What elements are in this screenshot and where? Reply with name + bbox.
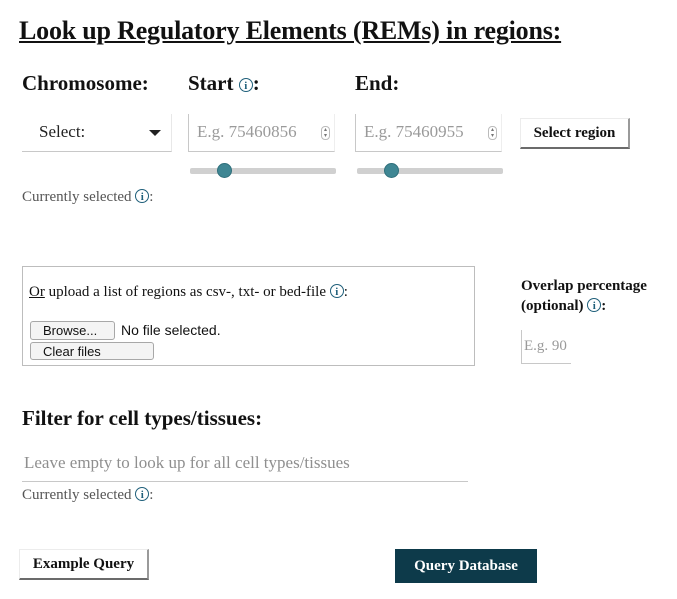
chromosome-select[interactable]: Select: (22, 114, 172, 152)
start-input[interactable] (197, 122, 317, 142)
start-input-wrapper: ▴▾ (188, 114, 335, 152)
start-label-group: Start i: (188, 71, 260, 96)
info-icon[interactable]: i (238, 78, 253, 92)
chromosome-select-value: Select: (39, 122, 86, 141)
browse-button[interactable]: Browse... (30, 321, 115, 340)
stepper-icon[interactable]: ▴ ▾ (488, 126, 497, 140)
cell-type-filter-wrapper (22, 444, 468, 482)
example-query-button[interactable]: Example Query (19, 549, 149, 580)
overlap-label-line1: Overlap percentage (521, 278, 647, 294)
chevron-down-icon (149, 130, 161, 136)
or-label: Or (29, 284, 45, 300)
end-slider-thumb[interactable] (384, 163, 399, 178)
region-currently-selected: Currently selected i: (22, 189, 154, 205)
select-region-button[interactable]: Select region (520, 118, 630, 149)
info-icon[interactable]: i (329, 284, 344, 298)
end-input[interactable] (364, 122, 484, 142)
end-label: End: (355, 71, 400, 95)
upload-label: upload a list of regions as csv-, txt- o… (44, 284, 327, 300)
currently-selected-label: Currently selected (22, 487, 132, 503)
start-slider[interactable] (190, 163, 336, 179)
clear-files-button[interactable]: Clear files (30, 342, 154, 360)
end-input-wrapper: ▴▾ (355, 114, 502, 152)
chromosome-label: Chromosome: (22, 71, 149, 95)
start-slider-track (190, 168, 336, 174)
info-icon[interactable]: i (587, 298, 602, 312)
end-slider[interactable] (357, 163, 503, 179)
overlap-label: Overlap percentage (optional) i: (521, 276, 647, 316)
end-slider-track (357, 168, 503, 174)
filter-currently-selected: Currently selected i: (22, 487, 154, 503)
page-title: Look up Regulatory Elements (REMs) in re… (19, 16, 562, 45)
start-label-colon: : (252, 71, 260, 95)
start-label: Start (188, 71, 234, 95)
overlap-input-wrapper (521, 330, 571, 364)
info-icon[interactable]: i (135, 487, 150, 501)
overlap-label-line2: (optional) (521, 298, 584, 314)
start-slider-thumb[interactable] (217, 163, 232, 178)
file-status: No file selected. (121, 322, 221, 338)
query-database-button[interactable]: Query Database (395, 549, 537, 583)
info-icon[interactable]: i (135, 189, 150, 203)
upload-instructions: Or upload a list of regions as csv-, txt… (29, 284, 348, 300)
currently-selected-label: Currently selected (22, 189, 132, 205)
upload-panel: Or upload a list of regions as csv-, txt… (22, 266, 475, 366)
filter-title: Filter for cell types/tissues: (22, 406, 263, 430)
stepper-icon[interactable]: ▴ ▾ (321, 126, 330, 140)
overlap-input[interactable] (524, 338, 570, 355)
cell-type-filter-input[interactable] (24, 453, 464, 473)
overlap-label-line2-row: (optional) i: (521, 298, 607, 314)
